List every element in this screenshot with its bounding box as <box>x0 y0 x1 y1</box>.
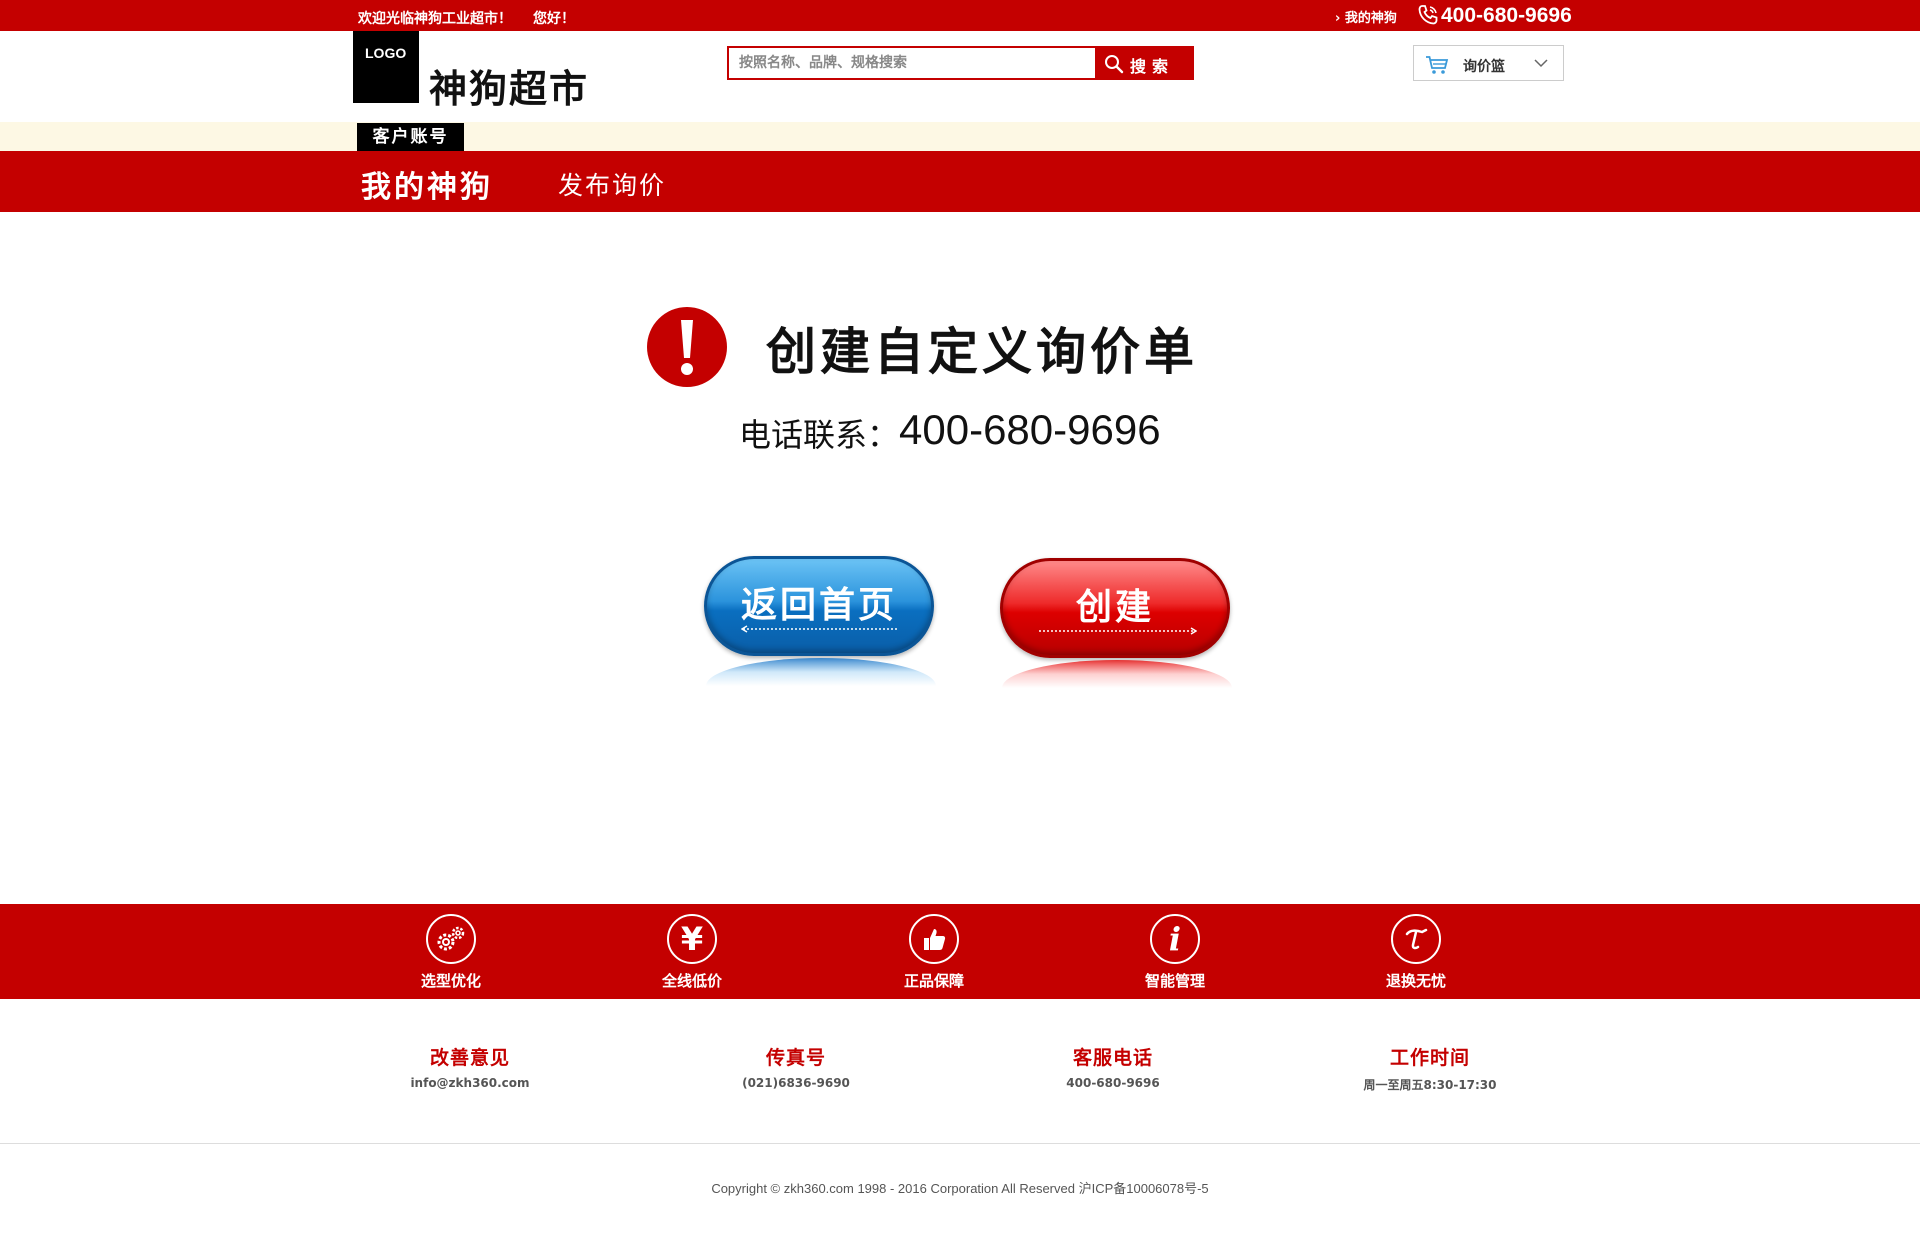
search-button[interactable]: 搜索 <box>1096 46 1194 80</box>
info-title: 改善意见 <box>429 1047 510 1069</box>
info-service-phone: 客服电话 400-680-9696 <box>1013 1043 1213 1090</box>
phone-icon <box>1418 5 1438 25</box>
cart-label: 询价篮 <box>1463 59 1505 75</box>
welcome-text: 欢迎光临神狗工业超市！ <box>358 11 512 27</box>
search-button-label: 搜索 <box>1130 59 1175 76</box>
search-input[interactable] <box>729 48 1095 78</box>
info-title: 传真号 <box>765 1047 826 1069</box>
copyright-text: Copyright © zkh360.com 1998 - 2016 Corpo… <box>711 1181 1209 1196</box>
info-working-hours: 工作时间 周一至周五8:30-17:30 <box>1330 1043 1530 1093</box>
feature-item[interactable]: 正品保障 <box>874 914 994 991</box>
sub-header-strip <box>0 122 1920 151</box>
contact-line: 电话联系：400-680-9696 <box>739 406 1161 456</box>
nav-my-shengou[interactable]: 我的神狗 <box>361 162 493 206</box>
footer-divider <box>0 1143 1920 1144</box>
return-icon <box>1391 914 1441 964</box>
info-icon: i <box>1150 914 1200 964</box>
info-value: 周一至周五8:30-17:30 <box>1363 1078 1497 1092</box>
nav-post-inquiry[interactable]: 发布询价 <box>558 166 666 202</box>
info-fax: 传真号 (021)6836-9690 <box>696 1043 896 1090</box>
feature-label: 正品保障 <box>903 972 964 990</box>
hello-text: 您好！ <box>533 11 575 27</box>
create-button[interactable]: 创建 <box>1000 558 1230 658</box>
feature-label: 全线低价 <box>661 972 722 990</box>
home-button-reflection <box>706 658 936 686</box>
home-button-label: 返回首页 <box>740 585 897 626</box>
info-title: 工作时间 <box>1389 1047 1470 1069</box>
gears-icon <box>426 914 476 964</box>
customer-account-tab[interactable]: 客户账号 <box>357 123 464 151</box>
info-value: 400-680-9696 <box>1066 1076 1160 1090</box>
inquiry-basket[interactable]: 询价篮 <box>1413 45 1564 81</box>
feature-label: 退换无忧 <box>1385 972 1446 990</box>
nav-bar: 我的神狗 发布询价 <box>0 151 1920 212</box>
thumbs-up-icon <box>909 914 959 964</box>
info-feedback: 改善意见 info@zkh360.com <box>370 1043 570 1090</box>
feature-item[interactable]: 选型优化 <box>391 914 511 991</box>
logo[interactable]: LOGO <box>353 31 419 103</box>
site-name: 神狗超市 <box>429 67 590 111</box>
search-box <box>727 46 1097 80</box>
top-phone-number: 400-680-9696 <box>1441 4 1572 27</box>
feature-label: 选型优化 <box>420 972 481 990</box>
create-button-label: 创建 <box>1075 587 1154 628</box>
home-button[interactable]: 返回首页 <box>704 556 934 656</box>
yen-icon: ¥ <box>667 914 717 964</box>
info-value: (021)6836-9690 <box>742 1076 850 1090</box>
search-icon <box>1105 55 1124 74</box>
info-title: 客服电话 <box>1072 1047 1153 1069</box>
logo-text: LOGO <box>365 45 407 61</box>
chevron-down-icon <box>1534 59 1548 68</box>
feature-item[interactable]: i 智能管理 <box>1115 914 1235 991</box>
page-headline: 创建自定义询价单 <box>766 323 1198 381</box>
info-value[interactable]: info@zkh360.com <box>370 1076 570 1090</box>
feature-item[interactable]: 退换无忧 <box>1356 914 1476 991</box>
contact-phone: 400-680-9696 <box>899 406 1161 453</box>
features-bar: 选型优化 ¥ 全线低价 正品保障 i 智能管理 退换无忧 <box>0 904 1920 999</box>
contact-label: 电话联系： <box>739 416 900 454</box>
create-button-reflection <box>1002 660 1232 688</box>
feature-item[interactable]: ¥ 全线低价 <box>632 914 752 991</box>
right-arrow-dots-icon <box>1039 627 1197 635</box>
feature-label: 智能管理 <box>1144 972 1205 990</box>
my-account-link[interactable]: › 我的神狗 <box>1335 7 1397 26</box>
cart-icon <box>1426 56 1449 74</box>
left-arrow-dots-icon <box>741 625 899 633</box>
exclamation-icon <box>647 307 727 387</box>
top-bar: 欢迎光临神狗工业超市！ 您好！ › 我的神狗 400-680-9696 <box>0 0 1920 31</box>
